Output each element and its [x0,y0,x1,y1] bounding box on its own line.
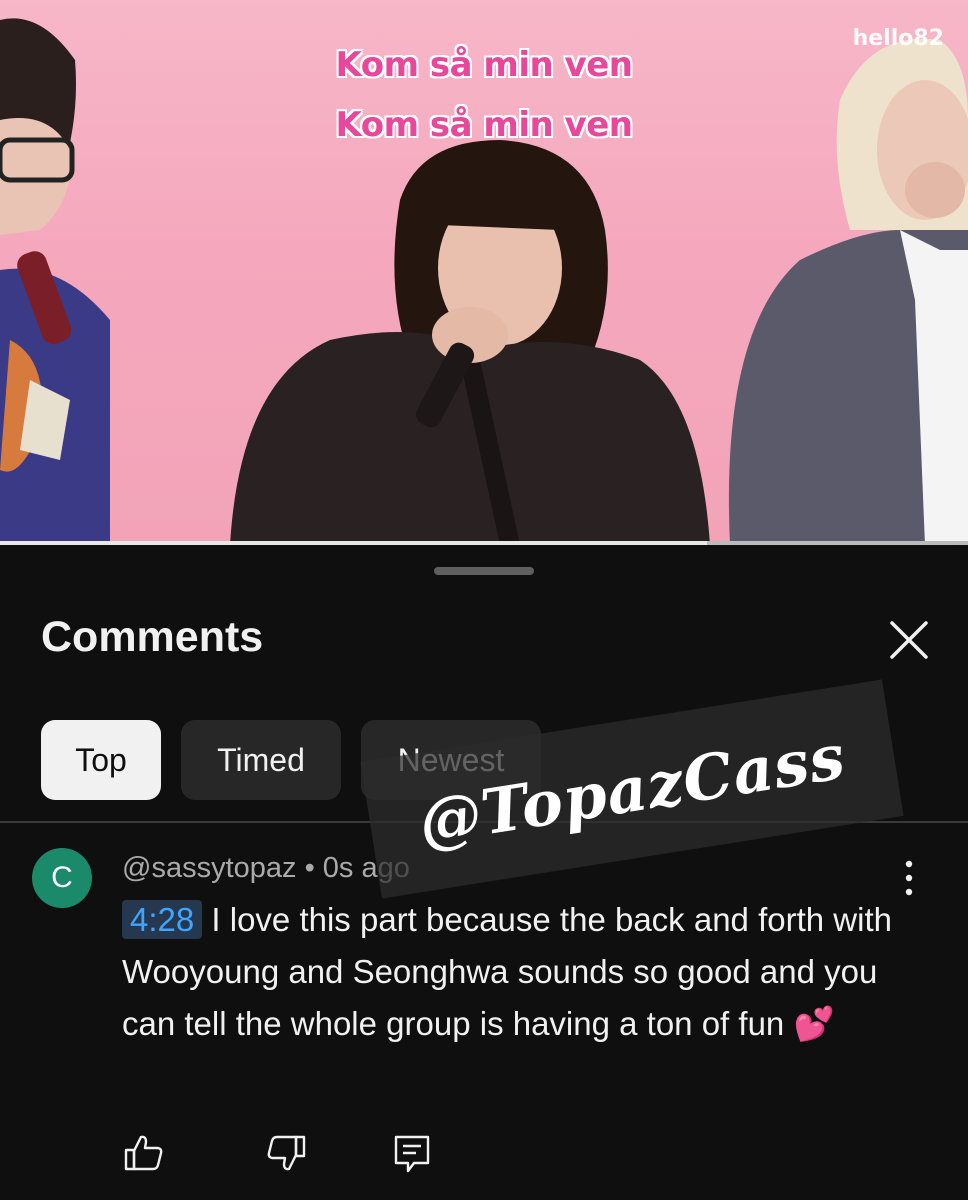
performer-left [0,18,110,545]
comment-text: 4:28 I love this part because the back a… [122,894,902,1050]
subtitle-line-1: Kom så min ven [335,45,633,85]
comments-title: Comments [41,613,264,661]
subtitle-line-2: Kom så min ven [335,105,633,145]
like-button[interactable] [122,1131,166,1175]
timestamp-link[interactable]: 4:28 [122,900,203,939]
close-button[interactable] [886,617,932,663]
close-icon [890,621,928,659]
video-player[interactable]: Kom så min ven Kom så min ven hello82 [0,0,968,545]
filter-chip-timed[interactable]: Timed [181,720,341,800]
thumbs-down-icon [267,1135,306,1171]
heart-emoji: 💕 [793,1005,835,1042]
reply-icon [394,1135,430,1173]
comment-author[interactable]: @sassytopaz [122,852,297,884]
avatar[interactable]: C [32,848,92,908]
comment-meta: @sassytopaz • 0s ago [122,852,410,885]
reply-button[interactable] [390,1131,434,1175]
comment-body-text: I love this part because the back and fo… [122,901,892,1042]
drag-handle[interactable] [434,567,534,575]
meta-separator: • [304,852,315,884]
channel-logo: hello82 [852,26,944,51]
filter-chip-top[interactable]: Top [41,720,161,800]
performer-center [230,140,710,545]
thumbs-up-icon [124,1135,163,1171]
dislike-button[interactable] [264,1131,308,1175]
